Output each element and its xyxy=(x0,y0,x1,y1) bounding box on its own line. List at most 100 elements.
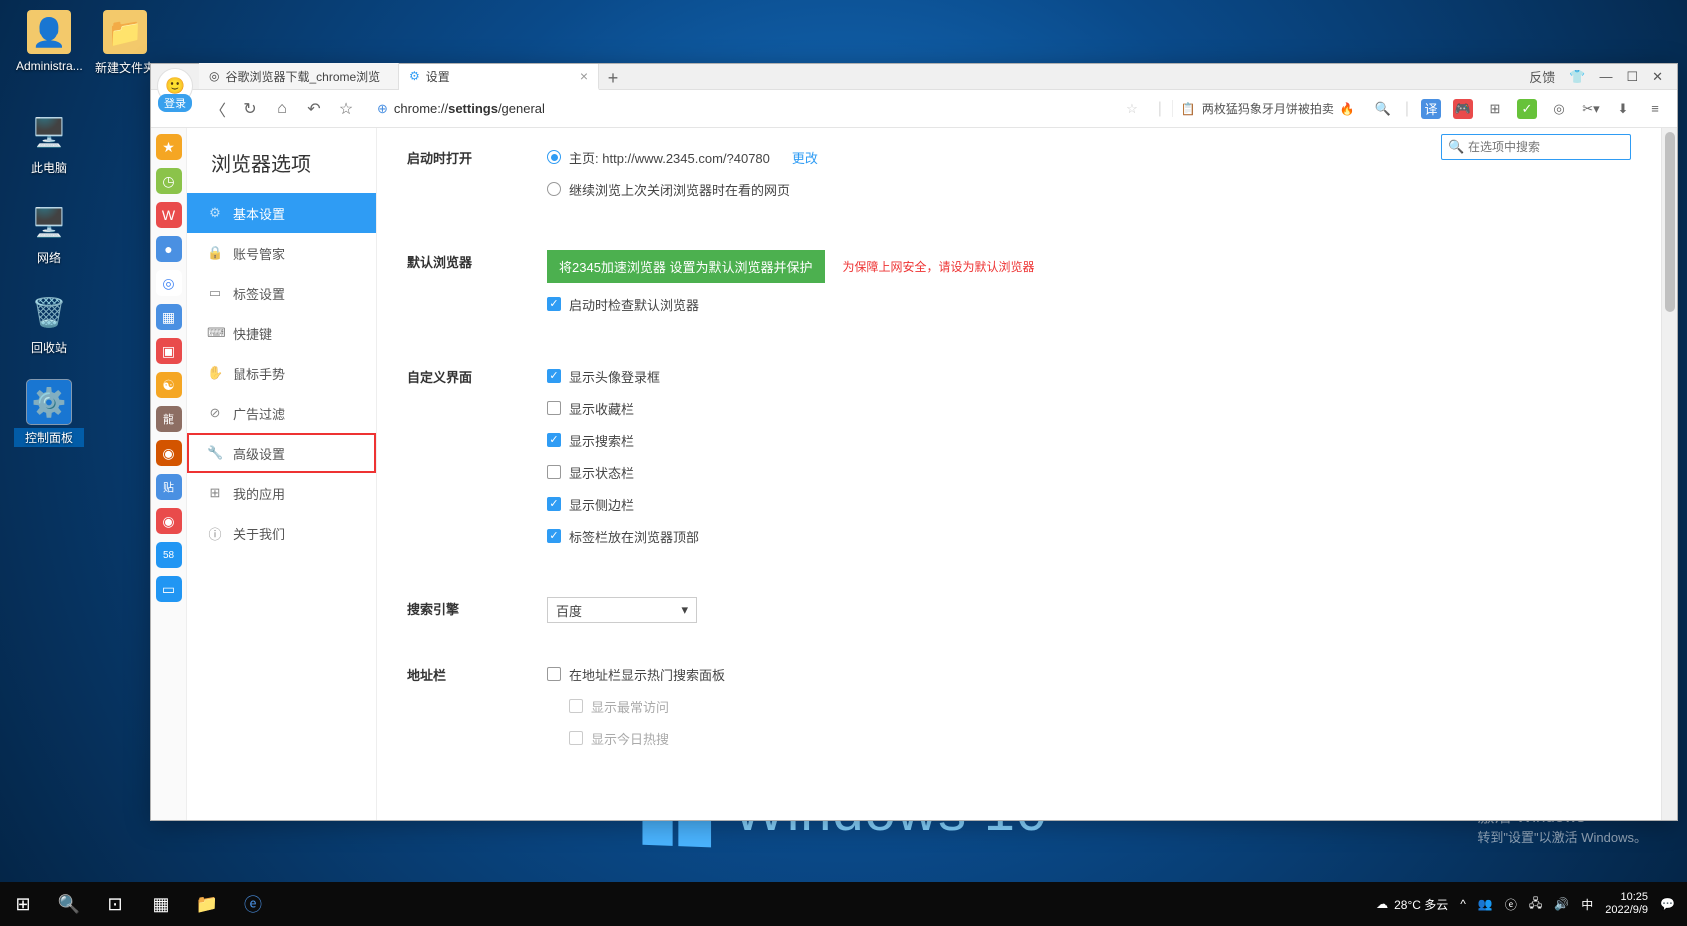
nav-item-快捷键[interactable]: ⌨快捷键 xyxy=(187,313,376,353)
side-icon[interactable]: W xyxy=(156,202,182,228)
desktop-icon-network[interactable]: 🖥️网络 xyxy=(14,200,84,267)
home-button[interactable]: ⌂ xyxy=(271,100,293,118)
taskbar-apps[interactable]: ▦ xyxy=(138,882,184,926)
reload-button[interactable]: ↻ xyxy=(239,99,261,119)
new-tab-button[interactable]: + xyxy=(599,68,627,89)
check-显示收藏栏[interactable] xyxy=(547,401,561,415)
nav-item-账号管家[interactable]: 🔒账号管家 xyxy=(187,233,376,273)
check-显示头像登录框[interactable] xyxy=(547,369,561,383)
tray-people-icon[interactable]: 👥 xyxy=(1478,897,1493,911)
side-icon[interactable]: ▭ xyxy=(156,576,182,602)
radio-homepage[interactable] xyxy=(547,150,561,164)
nav-icon: ⚙ xyxy=(207,205,223,221)
favorite-button[interactable]: ☆ xyxy=(335,99,357,119)
side-icon[interactable]: ◷ xyxy=(156,168,182,194)
check-显示侧边栏[interactable] xyxy=(547,497,561,511)
side-icon[interactable]: 龍 xyxy=(156,406,182,432)
section-default-label: 默认浏览器 xyxy=(407,250,547,325)
tray-notification-icon[interactable]: 💬 xyxy=(1660,897,1675,911)
nav-icon: 🔒 xyxy=(207,245,223,261)
check-显示状态栏[interactable] xyxy=(547,465,561,479)
tab-chrome-download[interactable]: ◎ 谷歌浏览器下载_chrome浏览 xyxy=(199,63,399,89)
tray-chevron-icon[interactable]: ^ xyxy=(1460,897,1466,911)
tray-volume-icon[interactable]: 🔊 xyxy=(1554,897,1569,911)
taskbar-explorer[interactable]: 📁 xyxy=(184,882,230,926)
back-button[interactable]: 〈 xyxy=(207,97,229,121)
side-icon[interactable]: 贴 xyxy=(156,474,182,500)
login-button[interactable]: 登录 xyxy=(158,94,192,112)
tray-clock[interactable]: 10:25 2022/9/9 xyxy=(1605,891,1648,917)
side-icon-bar: ★ ◷ W ● ◎ ▦ ▣ ☯ 龍 ◉ 贴 ◉ 58 ▭ xyxy=(151,128,187,820)
tray-edge-icon[interactable]: ⓔ xyxy=(1505,896,1517,913)
tab-strip: ◎ 谷歌浏览器下载_chrome浏览 ⚙ 设置 × + xyxy=(199,64,1515,89)
tab-settings[interactable]: ⚙ 设置 × xyxy=(399,64,599,90)
nav-item-广告过滤[interactable]: ⊘广告过滤 xyxy=(187,393,376,433)
undo-button[interactable]: ↶ xyxy=(303,99,325,119)
start-button[interactable]: ⊞ xyxy=(0,882,46,926)
side-icon[interactable]: ● xyxy=(156,236,182,262)
set-default-button[interactable]: 将2345加速浏览器 设置为默认浏览器并保护 xyxy=(547,250,825,283)
bookmark-star-icon[interactable]: ☆ xyxy=(1126,101,1138,117)
taskview-button[interactable]: ⊡ xyxy=(92,882,138,926)
site-icon: ⊕ xyxy=(377,101,388,117)
side-icon[interactable]: ◎ xyxy=(156,270,182,296)
nav-item-鼠标手势[interactable]: ✋鼠标手势 xyxy=(187,353,376,393)
nav-icon: 🔧 xyxy=(207,445,223,461)
radio-continue[interactable] xyxy=(547,182,561,196)
page-title: 浏览器选项 xyxy=(187,140,376,193)
desktop-icon-controlpanel[interactable]: ⚙️控制面板 xyxy=(14,380,84,447)
nav-icon: ▭ xyxy=(207,285,223,301)
search-engine-select[interactable]: 百度 ▾ xyxy=(547,597,697,623)
check-most-visited[interactable] xyxy=(569,699,583,713)
download-icon[interactable]: ⬇ xyxy=(1613,99,1633,119)
nav-item-基本设置[interactable]: ⚙基本设置 xyxy=(187,193,376,233)
check-today-hot[interactable] xyxy=(569,731,583,745)
minimize-button[interactable]: — xyxy=(1599,69,1612,84)
close-button[interactable]: ✕ xyxy=(1652,69,1663,85)
nav-item-高级设置[interactable]: 🔧高级设置 xyxy=(187,433,376,473)
nav-item-标签设置[interactable]: ▭标签设置 xyxy=(187,273,376,313)
side-icon[interactable]: ◉ xyxy=(156,440,182,466)
grid-icon[interactable]: ⊞ xyxy=(1485,99,1505,119)
tab-close-icon[interactable]: × xyxy=(580,68,588,84)
maximize-button[interactable]: ☐ xyxy=(1626,69,1638,85)
tray-ime-icon[interactable]: 中 xyxy=(1581,896,1593,913)
shield-icon[interactable]: ✓ xyxy=(1517,99,1537,119)
tray-network-icon[interactable]: 🖧 xyxy=(1529,894,1542,915)
taskbar-edge[interactable]: ⓔ xyxy=(230,882,276,926)
check-hot-panel[interactable] xyxy=(547,667,561,681)
side-icon[interactable]: 58 xyxy=(156,542,182,568)
game-icon[interactable]: 🎮 xyxy=(1453,99,1473,119)
desktop-icon-recycle[interactable]: 🗑️回收站 xyxy=(14,290,84,357)
taskbar-search[interactable]: 🔍 xyxy=(46,882,92,926)
side-icon[interactable]: ☯ xyxy=(156,372,182,398)
side-icon[interactable]: ◉ xyxy=(156,508,182,534)
promo-link[interactable]: 📋 两枚猛犸象牙月饼被拍卖 🔥 xyxy=(1172,100,1363,117)
search-icon[interactable]: 🔍 xyxy=(1373,99,1393,119)
side-icon[interactable]: ★ xyxy=(156,134,182,160)
skin-icon[interactable]: 👕 xyxy=(1569,69,1585,85)
nav-item-我的应用[interactable]: ⊞我的应用 xyxy=(187,473,376,513)
settings-search-input[interactable] xyxy=(1441,134,1631,160)
side-icon[interactable]: ▦ xyxy=(156,304,182,330)
check-标签栏放在浏览器顶部[interactable] xyxy=(547,529,561,543)
nav-icon: ⊞ xyxy=(207,485,223,501)
nav-item-关于我们[interactable]: ⓘ关于我们 xyxy=(187,513,376,553)
scrollbar[interactable] xyxy=(1661,128,1677,820)
check-default-on-start[interactable] xyxy=(547,297,561,311)
record-icon[interactable]: ◎ xyxy=(1549,99,1569,119)
screenshot-icon[interactable]: ✂▾ xyxy=(1581,99,1601,119)
gear-icon: ⚙ xyxy=(409,69,420,83)
default-warning: 为保障上网安全，请设为默认浏览器 xyxy=(843,258,1035,275)
desktop-icon-admin[interactable]: 👤Administra... xyxy=(14,10,84,74)
check-显示搜索栏[interactable] xyxy=(547,433,561,447)
chrome-icon: ◎ xyxy=(209,69,219,83)
desktop-icon-thispc[interactable]: 🖥️此电脑 xyxy=(14,110,84,177)
change-link[interactable]: 更改 xyxy=(792,148,818,167)
translate-icon[interactable]: 译 xyxy=(1421,99,1441,119)
menu-icon[interactable]: ≡ xyxy=(1645,99,1665,119)
side-icon[interactable]: ▣ xyxy=(156,338,182,364)
url-bar[interactable]: ⊕ chrome://settings/general ☆ xyxy=(367,95,1148,123)
feedback-link[interactable]: 反馈 xyxy=(1529,67,1555,86)
weather-widget[interactable]: ☁ 28°C 多云 xyxy=(1376,896,1448,913)
